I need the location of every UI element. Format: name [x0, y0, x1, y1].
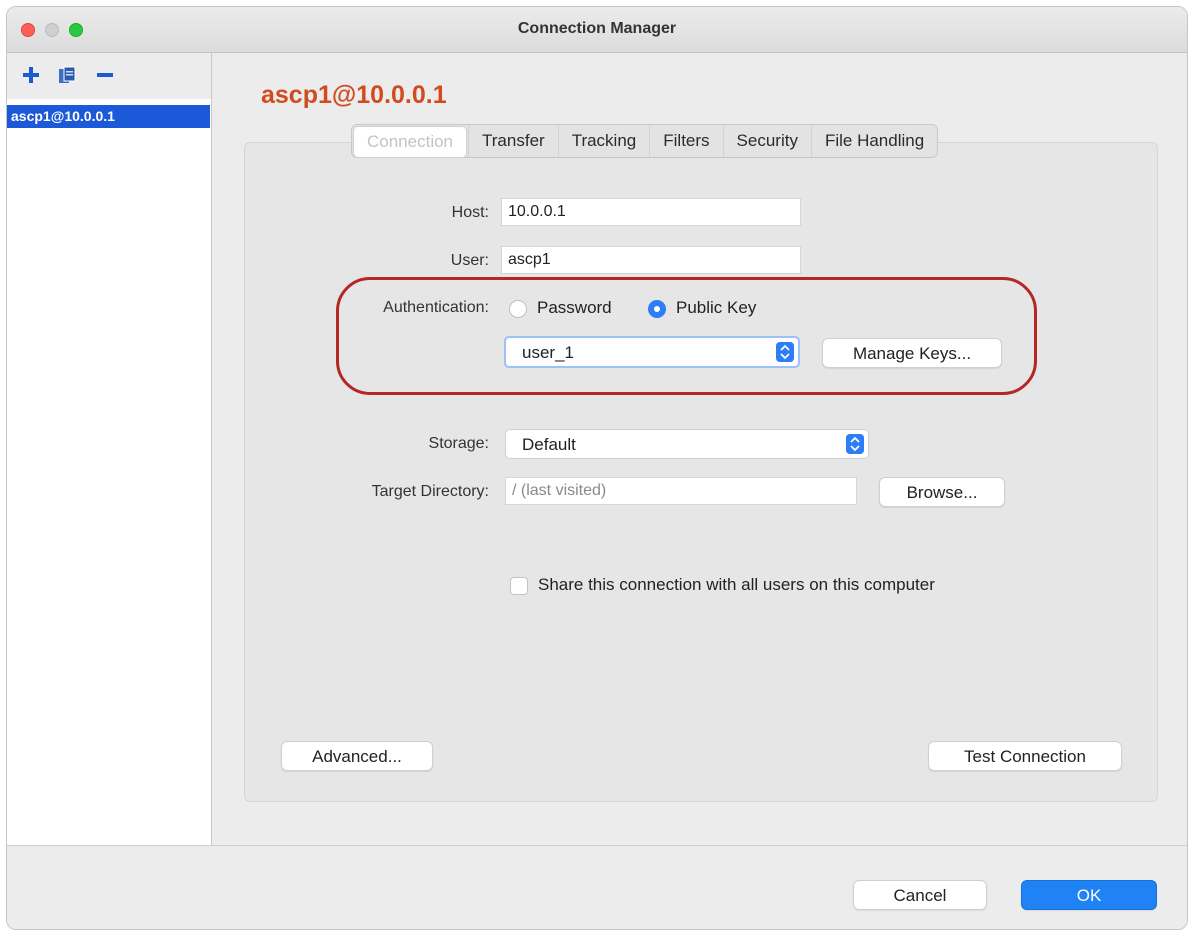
password-radio[interactable] — [509, 300, 527, 318]
tab-tracking[interactable]: Tracking — [557, 125, 650, 157]
key-select-value: user_1 — [522, 343, 574, 362]
public-key-radio[interactable] — [648, 300, 666, 318]
ok-button[interactable]: OK — [1021, 880, 1157, 910]
connection-title: ascp1@10.0.0.1 — [261, 81, 447, 109]
public-key-radio-label: Public Key — [676, 298, 757, 317]
duplicate-icon[interactable] — [57, 65, 77, 85]
storage-label: Storage: — [428, 435, 489, 452]
target-directory-input[interactable]: / (last visited) — [505, 477, 857, 505]
connections-sidebar: ascp1@10.0.0.1 — [7, 53, 212, 845]
remove-icon[interactable] — [95, 65, 115, 85]
authentication-label: Authentication: — [383, 299, 489, 316]
tab-filters[interactable]: Filters — [649, 125, 722, 157]
manage-keys-button[interactable]: Manage Keys... — [822, 338, 1002, 368]
select-arrows-icon — [776, 342, 794, 362]
storage-select[interactable]: Default — [505, 429, 869, 459]
tab-file-handling[interactable]: File Handling — [810, 125, 937, 157]
tab-bar: Connection Transfer Tracking Filters Sec… — [351, 124, 939, 158]
add-icon[interactable] — [21, 65, 41, 85]
test-connection-button[interactable]: Test Connection — [928, 741, 1122, 771]
storage-select-value: Default — [522, 435, 576, 454]
sidebar-toolbar — [7, 53, 211, 99]
password-radio-label: Password — [537, 298, 612, 317]
select-arrows-icon — [846, 434, 864, 454]
window-title: Connection Manager — [517, 20, 677, 37]
user-input[interactable]: ascp1 — [501, 246, 801, 274]
target-directory-label: Target Directory: — [371, 483, 489, 500]
share-connection-checkbox[interactable] — [510, 577, 528, 595]
tab-connection[interactable]: Connection — [353, 126, 468, 158]
tab-transfer[interactable]: Transfer — [468, 125, 558, 157]
host-label: Host: — [451, 204, 489, 221]
share-connection-label: Share this connection with all users on … — [538, 575, 935, 594]
connection-manager-window: Connection Manager ascp1@10.0.0.1 ascp1@… — [6, 6, 1188, 930]
dialog-button-bar: Cancel OK — [7, 845, 1187, 929]
title-bar: Connection Manager — [7, 7, 1187, 53]
host-input[interactable]: 10.0.0.1 — [501, 198, 801, 226]
browse-button[interactable]: Browse... — [879, 477, 1005, 507]
key-select[interactable]: user_1 — [504, 336, 800, 368]
cancel-button[interactable]: Cancel — [853, 880, 987, 910]
user-label: User: — [450, 252, 489, 269]
sidebar-item-connection[interactable]: ascp1@10.0.0.1 — [7, 105, 210, 128]
tab-security[interactable]: Security — [722, 125, 811, 157]
settings-panel — [244, 142, 1158, 802]
advanced-button[interactable]: Advanced... — [281, 741, 433, 771]
